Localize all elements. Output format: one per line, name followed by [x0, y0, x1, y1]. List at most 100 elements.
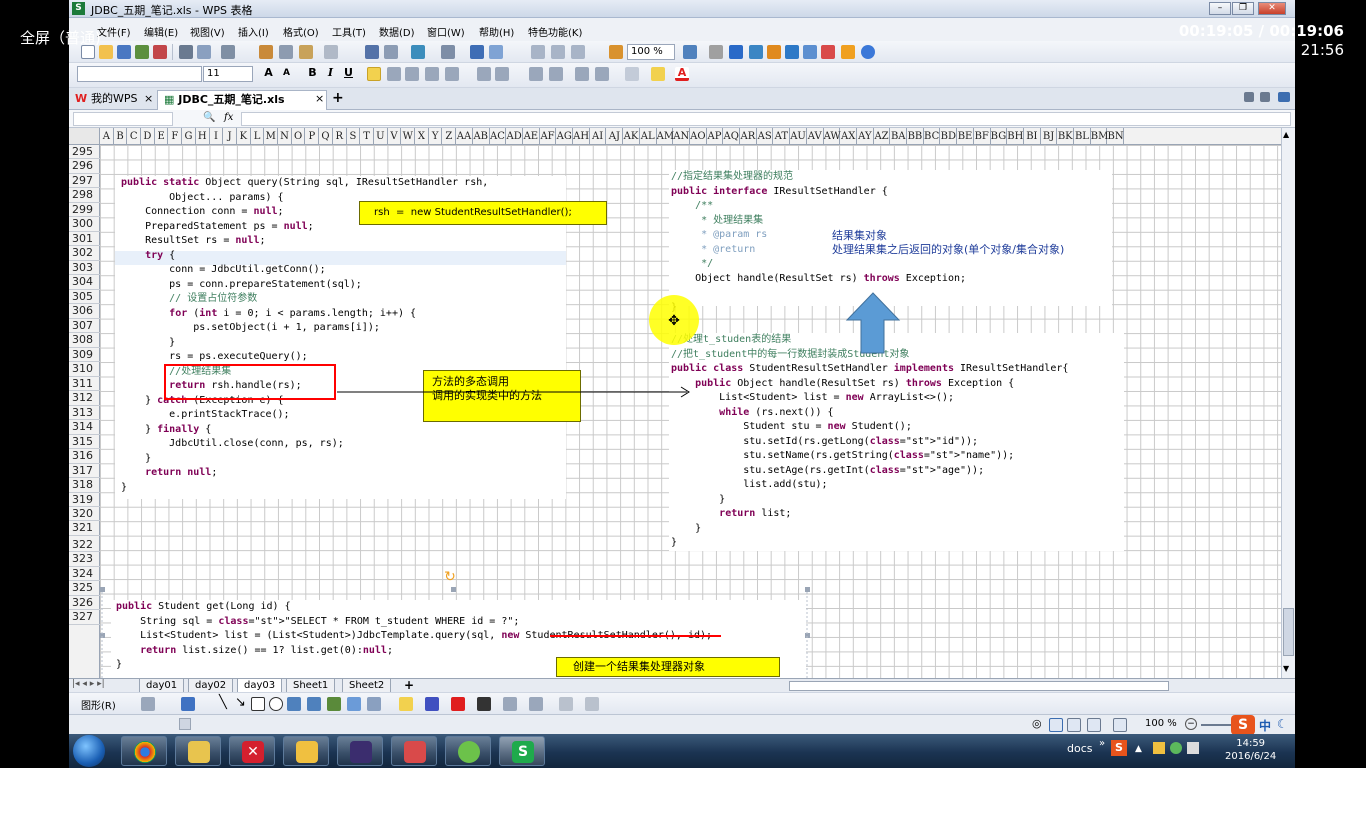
taskbar-xmind[interactable]: ✕ — [229, 736, 275, 766]
eye-protection-icon[interactable]: ◎ — [1032, 717, 1042, 730]
column-header-x[interactable]: X — [415, 128, 429, 144]
italic-button[interactable]: I — [323, 66, 338, 79]
vertical-textbox-icon[interactable] — [307, 697, 321, 711]
column-header-bk[interactable]: BK — [1057, 128, 1075, 144]
column-header-as[interactable]: AS — [757, 128, 774, 144]
font-color-icon[interactable]: A — [675, 67, 689, 81]
column-header-al[interactable]: AL — [640, 128, 657, 144]
scroll-up-icon[interactable]: ▲ — [1283, 130, 1289, 139]
zoom-out-icon[interactable]: − — [1185, 718, 1197, 730]
arrow-style-icon[interactable] — [529, 697, 543, 711]
tray-expand-icon[interactable]: » — [1099, 738, 1105, 749]
taskbar-paint[interactable] — [283, 736, 329, 766]
borders-icon[interactable] — [625, 67, 639, 81]
column-header-k[interactable]: K — [237, 128, 251, 144]
zoom-slider[interactable] — [1201, 724, 1231, 726]
column-header-ae[interactable]: AE — [523, 128, 540, 144]
column-header-bg[interactable]: BG — [991, 128, 1008, 144]
menu-tools[interactable]: 工具(T) — [332, 24, 366, 39]
column-header-bf[interactable]: BF — [974, 128, 991, 144]
status-zoom-level[interactable]: 100 % — [1145, 718, 1177, 729]
bold-button[interactable]: B — [305, 66, 320, 79]
menu-insert[interactable]: 插入(I) — [238, 24, 269, 39]
tray-volume-icon[interactable] — [1187, 742, 1199, 754]
align-left-icon[interactable] — [367, 67, 381, 81]
panel-toggle-icon[interactable] — [1278, 92, 1290, 102]
column-header-ah[interactable]: AH — [573, 128, 590, 144]
sogou-ime-icon[interactable]: S — [1231, 715, 1255, 735]
sheet-tab-sheet1[interactable]: Sheet1 — [286, 679, 336, 693]
sheet-tab-sheet2[interactable]: Sheet2 — [342, 679, 392, 693]
column-header-ao[interactable]: AO — [690, 128, 707, 144]
shrink-font-button[interactable]: A — [279, 68, 294, 78]
picture-icon[interactable] — [347, 697, 361, 711]
column-header-g[interactable]: G — [182, 128, 196, 144]
tray-sogou-icon[interactable]: S — [1111, 740, 1127, 756]
dash-style-icon[interactable] — [503, 697, 517, 711]
column-header-bm[interactable]: BM — [1091, 128, 1108, 144]
find-icon[interactable] — [709, 45, 723, 59]
help-icon[interactable] — [861, 45, 875, 59]
column-header-q[interactable]: Q — [319, 128, 333, 144]
textbox-icon[interactable] — [287, 697, 301, 711]
name-box[interactable] — [73, 112, 173, 126]
backup-icon[interactable] — [785, 45, 799, 59]
save-icon[interactable] — [117, 45, 131, 59]
column-header-bj[interactable]: BJ — [1041, 128, 1058, 144]
menu-data[interactable]: 数据(D) — [379, 24, 415, 39]
column-header-av[interactable]: AV — [807, 128, 824, 144]
column-header-u[interactable]: U — [374, 128, 388, 144]
align-center-icon[interactable] — [387, 67, 401, 81]
taskbar-explorer[interactable] — [175, 736, 221, 766]
tab-document[interactable]: ▦ JDBC_五期_笔记.xls — [157, 90, 327, 110]
column-header-ap[interactable]: AP — [707, 128, 724, 144]
column-header-ba[interactable]: BA — [890, 128, 908, 144]
spellcheck-icon[interactable] — [729, 45, 743, 59]
merge-cells-icon[interactable] — [425, 67, 439, 81]
column-header-m[interactable]: M — [264, 128, 279, 144]
taskbar-chrome[interactable] — [121, 736, 167, 766]
column-icon[interactable] — [441, 45, 455, 59]
align-right-icon[interactable] — [405, 67, 419, 81]
taskbar-tool[interactable] — [391, 736, 437, 766]
taskbar-app[interactable] — [445, 736, 491, 766]
view-mode-icon[interactable] — [1244, 92, 1254, 102]
new-tab-button[interactable]: + — [332, 90, 344, 106]
horizontal-scrollbar[interactable] — [789, 681, 1169, 691]
column-header-i[interactable]: I — [210, 128, 224, 144]
column-header-p[interactable]: P — [306, 128, 320, 144]
column-header-aj[interactable]: AJ — [607, 128, 624, 144]
autoshape-icon[interactable] — [181, 697, 195, 711]
autosum-icon[interactable] — [489, 45, 503, 59]
maximize-button[interactable]: ❐ — [1232, 2, 1254, 15]
skin-icon[interactable] — [821, 45, 835, 59]
sheet-tab-day01[interactable]: day01 — [139, 679, 185, 693]
menu-window[interactable]: 窗口(W) — [427, 24, 465, 39]
column-header-ak[interactable]: AK — [623, 128, 640, 144]
tray-docs-label[interactable]: docs — [1067, 742, 1093, 755]
tab-my-wps-close-icon[interactable]: × — [144, 92, 153, 105]
column-header-z[interactable]: Z — [443, 128, 457, 144]
start-button[interactable] — [73, 735, 105, 767]
sheet-grid[interactable]: 295 296 297 298 299 300 301 302 303 304 305 306 307 3… — [69, 145, 1281, 678]
shape-fill-icon[interactable] — [399, 697, 413, 711]
column-header-a[interactable]: A — [100, 128, 114, 144]
normal-view-icon[interactable] — [1049, 718, 1063, 732]
sheet-nav-icons[interactable]: |◂ ◂ ▸ ▸| — [72, 679, 105, 689]
indent-decrease-icon[interactable] — [575, 67, 589, 81]
ime-moon-icon[interactable]: ☾ — [1277, 717, 1288, 731]
column-header-w[interactable]: W — [401, 128, 416, 144]
column-header-be[interactable]: BE — [957, 128, 974, 144]
convert-icon[interactable] — [221, 45, 235, 59]
column-header-d[interactable]: D — [141, 128, 155, 144]
share-icon[interactable] — [749, 45, 763, 59]
column-header-bi[interactable]: BI — [1024, 128, 1041, 144]
column-header-ai[interactable]: AI — [590, 128, 607, 144]
column-header-ab[interactable]: AB — [473, 128, 490, 144]
column-header-an[interactable]: AN — [673, 128, 690, 144]
zoom-combo[interactable]: 100 % — [627, 44, 675, 60]
column-header-s[interactable]: S — [347, 128, 361, 144]
indent-increase-icon[interactable] — [595, 67, 609, 81]
scroll-thumb[interactable] — [1283, 608, 1294, 656]
currency-icon[interactable] — [477, 67, 491, 81]
